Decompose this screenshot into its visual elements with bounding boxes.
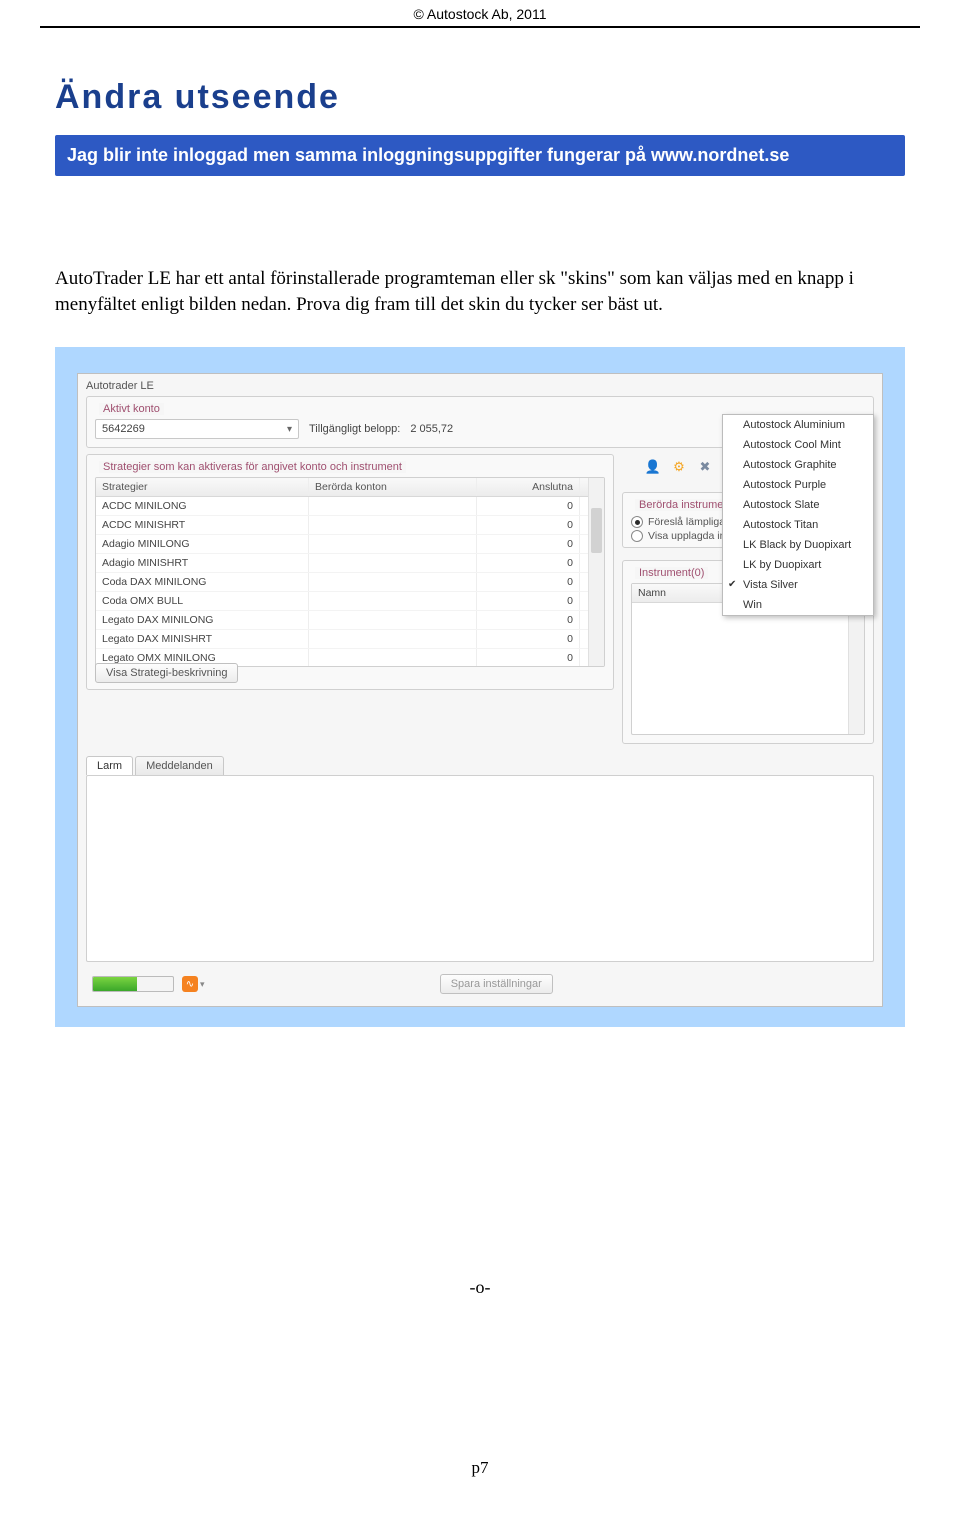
balance-value: 2 055,72	[410, 423, 453, 435]
tab-meddelanden[interactable]: Meddelanden	[135, 756, 224, 775]
chevron-down-icon: ▾	[287, 424, 292, 435]
table-row[interactable]: ACDC MINISHRT0	[96, 516, 604, 535]
col-anslutna[interactable]: Anslutna	[477, 478, 580, 496]
skins-menu-item[interactable]: Vista Silver	[723, 575, 873, 595]
skins-menu-item[interactable]: Autostock Aluminium	[723, 415, 873, 435]
spara-installningar-button[interactable]: Spara inställningar	[440, 974, 553, 994]
skins-menu-item[interactable]: Autostock Graphite	[723, 455, 873, 475]
skins-menu-item[interactable]: LK Black by Duopixart	[723, 535, 873, 555]
end-marker: -o-	[55, 1277, 905, 1298]
account-select[interactable]: 5642269 ▾	[95, 419, 299, 439]
tools-icon[interactable]: ✖	[694, 456, 716, 478]
account-value: 5642269	[102, 423, 145, 435]
strategier-group: Strategier som kan aktiveras för angivet…	[86, 454, 614, 690]
skins-menu-item[interactable]: Autostock Cool Mint	[723, 435, 873, 455]
page-number: p7	[0, 1458, 960, 1508]
table-row[interactable]: Legato DAX MINISHRT0	[96, 630, 604, 649]
col-strategier[interactable]: Strategier	[96, 478, 309, 496]
skins-menu-item[interactable]: Win	[723, 595, 873, 615]
screenshot-frame: Autotrader LE Aktivt konto 5642269 ▾ Til…	[55, 347, 905, 1027]
page-title: Ändra utseende	[55, 78, 905, 117]
instrument-legend: Instrument(0)	[635, 567, 708, 579]
rss-icon[interactable]: ∿	[182, 976, 198, 992]
app-window: Autotrader LE Aktivt konto 5642269 ▾ Til…	[77, 373, 883, 1007]
chevron-down-icon[interactable]: ▾	[200, 979, 205, 990]
body-paragraph: AutoTrader LE har ett antal förinstaller…	[55, 266, 905, 317]
progress-bar	[92, 976, 174, 992]
table-row[interactable]: Adagio MINILONG0	[96, 535, 604, 554]
user-icon[interactable]: 👤	[642, 456, 664, 478]
grid-header-row: Strategier Berörda konton Anslutna	[96, 478, 604, 497]
aktivt-konto-legend: Aktivt konto	[99, 403, 164, 415]
table-row[interactable]: Adagio MINISHRT0	[96, 554, 604, 573]
skins-menu-item[interactable]: Autostock Purple	[723, 475, 873, 495]
radio-dot-icon	[631, 530, 643, 542]
table-row[interactable]: Coda OMX BULL0	[96, 592, 604, 611]
tab-larm[interactable]: Larm	[86, 756, 133, 775]
table-row[interactable]: ACDC MINILONG0	[96, 497, 604, 516]
log-area[interactable]	[86, 775, 874, 962]
scrollbar[interactable]	[588, 478, 604, 666]
strategier-legend: Strategier som kan aktiveras för angivet…	[99, 461, 406, 473]
visa-strategi-button[interactable]: Visa Strategi-beskrivning	[95, 663, 238, 683]
faq-banner: Jag blir inte inloggad men samma inloggn…	[55, 135, 905, 176]
strategy-grid[interactable]: Strategier Berörda konton Anslutna ACDC …	[95, 477, 605, 667]
table-row[interactable]: Legato DAX MINILONG0	[96, 611, 604, 630]
table-row[interactable]: Coda DAX MINILONG0	[96, 573, 604, 592]
app-window-title: Autotrader LE	[86, 380, 874, 392]
radio-dot-icon	[631, 516, 643, 528]
status-bar: ∿ ▾ Spara inställningar	[86, 970, 874, 998]
skins-menu-item[interactable]: Autostock Titan	[723, 515, 873, 535]
skins-menu-item[interactable]: LK by Duopixart	[723, 555, 873, 575]
page-header: © Autostock Ab, 2011	[40, 0, 920, 28]
skins-menu-item[interactable]: Autostock Slate	[723, 495, 873, 515]
col-konton[interactable]: Berörda konton	[309, 478, 477, 496]
gear-icon[interactable]: ⚙	[668, 456, 690, 478]
balance-label: Tillgängligt belopp:	[309, 423, 400, 435]
lower-tabs: Larm Meddelanden	[86, 756, 874, 775]
skins-menu[interactable]: Autostock AluminiumAutostock Cool MintAu…	[722, 414, 874, 616]
